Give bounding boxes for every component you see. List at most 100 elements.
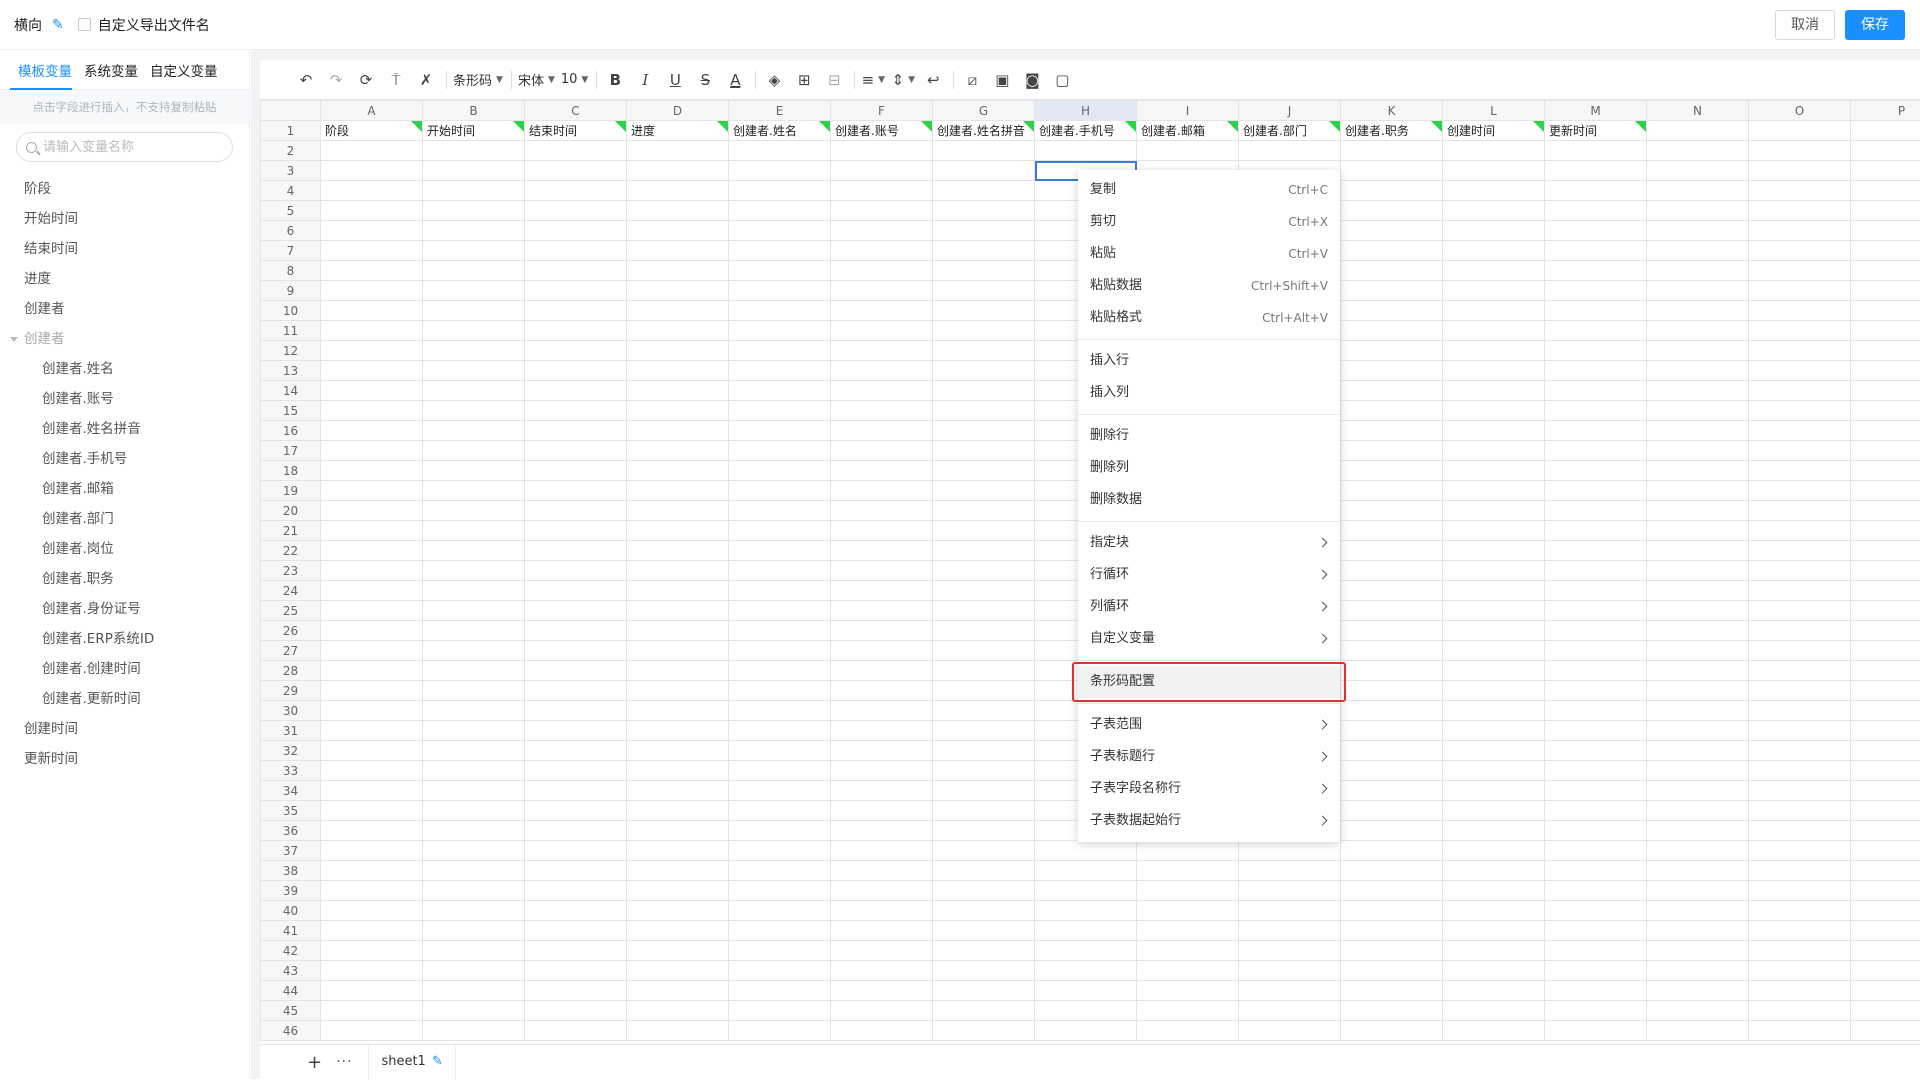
cell[interactable] xyxy=(1545,401,1647,421)
cell[interactable]: 创建者.账号 xyxy=(831,121,933,141)
row-header[interactable]: 5 xyxy=(261,201,321,221)
cell[interactable] xyxy=(321,961,423,981)
cell[interactable] xyxy=(729,321,831,341)
cell[interactable] xyxy=(1341,381,1443,401)
cell[interactable] xyxy=(1749,961,1851,981)
cell[interactable] xyxy=(1851,261,1920,281)
cell[interactable] xyxy=(423,961,525,981)
cell[interactable] xyxy=(525,161,627,181)
cell[interactable] xyxy=(627,561,729,581)
cell[interactable] xyxy=(1545,281,1647,301)
cell[interactable] xyxy=(831,641,933,661)
variable-item[interactable]: 创建者.姓名拼音 xyxy=(0,414,249,444)
variable-item[interactable]: 更新时间 xyxy=(0,744,249,774)
cell[interactable] xyxy=(321,921,423,941)
cell[interactable] xyxy=(1749,221,1851,241)
variable-item[interactable]: 创建者.身份证号 xyxy=(0,594,249,624)
cell[interactable] xyxy=(1749,361,1851,381)
variable-item[interactable]: 开始时间 xyxy=(0,204,249,234)
horizontal-align-icon[interactable]: ≡▼ xyxy=(861,68,885,92)
row-header[interactable]: 37 xyxy=(261,841,321,861)
cell[interactable] xyxy=(1443,401,1545,421)
cell[interactable] xyxy=(1749,1001,1851,1021)
cell[interactable] xyxy=(933,421,1035,441)
cell[interactable] xyxy=(933,541,1035,561)
cell[interactable] xyxy=(1851,401,1920,421)
cell[interactable] xyxy=(423,541,525,561)
cell[interactable] xyxy=(831,621,933,641)
cell[interactable] xyxy=(1545,221,1647,241)
cell[interactable] xyxy=(1749,941,1851,961)
cell[interactable] xyxy=(627,281,729,301)
cell[interactable] xyxy=(423,741,525,761)
cell[interactable] xyxy=(933,721,1035,741)
cell[interactable] xyxy=(525,201,627,221)
cell[interactable] xyxy=(1749,121,1851,141)
cell[interactable] xyxy=(1851,301,1920,321)
cell[interactable] xyxy=(1443,201,1545,221)
cell[interactable] xyxy=(831,201,933,221)
corner-cell[interactable] xyxy=(261,101,321,121)
cell[interactable] xyxy=(1341,661,1443,681)
cell[interactable] xyxy=(525,661,627,681)
cell[interactable] xyxy=(525,301,627,321)
clear-format-icon[interactable]: ✗ xyxy=(414,68,438,92)
row-header[interactable]: 2 xyxy=(261,141,321,161)
cell[interactable] xyxy=(1647,121,1749,141)
cell[interactable] xyxy=(627,961,729,981)
cell[interactable] xyxy=(1749,461,1851,481)
cell[interactable] xyxy=(1647,481,1749,501)
cell[interactable] xyxy=(1647,181,1749,201)
cell[interactable] xyxy=(1749,521,1851,541)
cell[interactable] xyxy=(1749,341,1851,361)
cell[interactable] xyxy=(423,501,525,521)
cell[interactable] xyxy=(1341,261,1443,281)
cell[interactable] xyxy=(933,401,1035,421)
row-header[interactable]: 28 xyxy=(261,661,321,681)
row-header[interactable]: 36 xyxy=(261,821,321,841)
cell[interactable] xyxy=(1647,921,1749,941)
variable-item[interactable]: 进度 xyxy=(0,264,249,294)
cell[interactable] xyxy=(1035,981,1137,1001)
cell[interactable] xyxy=(627,541,729,561)
cell[interactable] xyxy=(1443,581,1545,601)
cell[interactable] xyxy=(1137,1001,1239,1021)
cell[interactable] xyxy=(933,981,1035,1001)
cell[interactable] xyxy=(729,761,831,781)
row-header[interactable]: 13 xyxy=(261,361,321,381)
cell[interactable] xyxy=(831,421,933,441)
cell[interactable] xyxy=(1851,781,1920,801)
cell[interactable] xyxy=(321,541,423,561)
cell[interactable] xyxy=(525,281,627,301)
cell[interactable] xyxy=(1341,341,1443,361)
row-header[interactable]: 39 xyxy=(261,881,321,901)
cell[interactable] xyxy=(321,661,423,681)
variable-item[interactable]: 创建者.部门 xyxy=(0,504,249,534)
cell[interactable] xyxy=(525,881,627,901)
cell[interactable] xyxy=(321,441,423,461)
cell[interactable] xyxy=(1341,401,1443,421)
cell[interactable] xyxy=(321,801,423,821)
cell[interactable] xyxy=(1341,721,1443,741)
cell[interactable] xyxy=(1443,961,1545,981)
cell[interactable] xyxy=(933,341,1035,361)
cell[interactable] xyxy=(627,721,729,741)
cell[interactable] xyxy=(1647,401,1749,421)
cell[interactable] xyxy=(1851,321,1920,341)
cell[interactable] xyxy=(627,321,729,341)
cell[interactable] xyxy=(525,461,627,481)
cell[interactable] xyxy=(525,401,627,421)
cell[interactable] xyxy=(627,821,729,841)
cell[interactable] xyxy=(1443,941,1545,961)
cell[interactable] xyxy=(831,741,933,761)
cell[interactable] xyxy=(1545,681,1647,701)
menu-item[interactable]: 剪切Ctrl+X xyxy=(1078,206,1340,238)
cell[interactable] xyxy=(627,501,729,521)
cell[interactable] xyxy=(1443,261,1545,281)
cell[interactable] xyxy=(1851,461,1920,481)
cell[interactable] xyxy=(831,861,933,881)
cell[interactable] xyxy=(729,201,831,221)
cell[interactable] xyxy=(1239,901,1341,921)
cell[interactable] xyxy=(1341,981,1443,1001)
cell[interactable] xyxy=(1851,501,1920,521)
